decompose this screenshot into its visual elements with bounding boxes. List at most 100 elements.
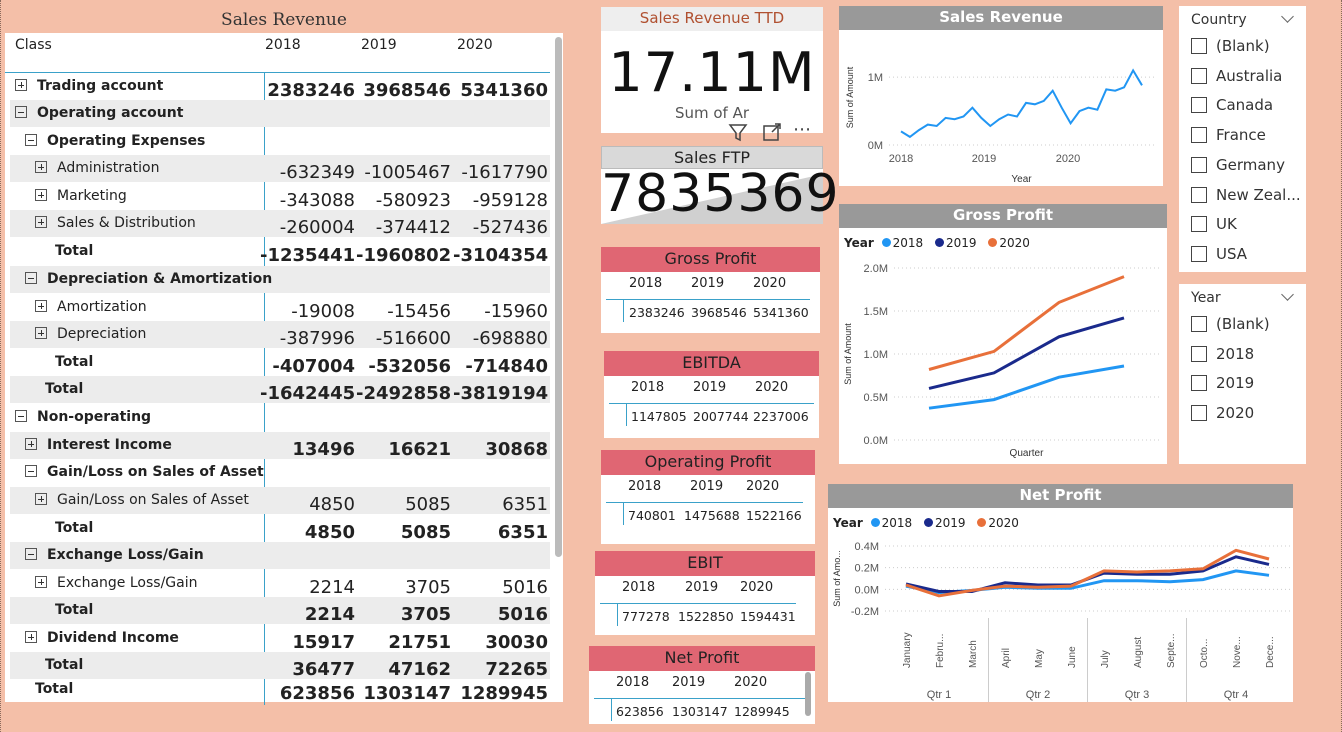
checkbox[interactable]: [1191, 97, 1207, 114]
cell-value[interactable]: 30030: [453, 632, 548, 653]
collapse-icon[interactable]: [25, 465, 37, 477]
cell-value[interactable]: 1594431: [740, 609, 796, 624]
cell-value[interactable]: 5085: [356, 494, 451, 515]
column-header[interactable]: 2018: [622, 580, 655, 595]
cell-value[interactable]: 1303147: [672, 704, 728, 719]
cell-value[interactable]: -3819194: [453, 383, 548, 404]
cell-value[interactable]: -19008: [260, 301, 355, 322]
filter-icon[interactable]: [727, 121, 749, 148]
slicer-item[interactable]: 2019: [1191, 372, 1254, 394]
slicer-item[interactable]: Canada: [1191, 94, 1273, 116]
slicer-item[interactable]: Germany: [1191, 154, 1285, 176]
cell-value[interactable]: -260004: [260, 217, 355, 238]
cell-value[interactable]: 2237006: [753, 409, 809, 424]
chevron-down-icon[interactable]: [1281, 10, 1294, 23]
cell-value[interactable]: -15960: [453, 301, 548, 322]
collapse-icon[interactable]: [25, 134, 37, 146]
slicer-item[interactable]: UK: [1191, 213, 1237, 235]
collapse-icon[interactable]: [25, 548, 37, 560]
expand-icon[interactable]: [35, 576, 47, 588]
cell-value[interactable]: -2492858: [356, 383, 451, 404]
checkbox[interactable]: [1191, 316, 1207, 332]
cell-value[interactable]: 1147805: [631, 409, 687, 424]
slicer-item[interactable]: 2020: [1191, 402, 1254, 424]
column-header[interactable]: 2020: [740, 580, 773, 595]
sales-revenue-chart[interactable]: Sales Revenue 0M 1M Sum of Amount Year 2018 2…: [839, 6, 1163, 186]
header-2018[interactable]: 2018: [265, 37, 301, 53]
slicer-item[interactable]: (Blank): [1191, 35, 1270, 57]
matrix-row[interactable]: Marketing -343088 -580923 -959128: [10, 183, 550, 211]
cell-value[interactable]: 5016: [453, 604, 548, 625]
column-header[interactable]: 2018: [628, 479, 661, 494]
header-class[interactable]: Class: [15, 37, 52, 53]
year-slicer[interactable]: Year (Blank) 2018 2019 2020: [1179, 284, 1306, 464]
matrix-row[interactable]: Operating Expenses: [10, 128, 550, 155]
cell-value[interactable]: 13496: [260, 439, 355, 460]
expand-icon[interactable]: [25, 438, 37, 450]
expand-icon[interactable]: [35, 300, 47, 312]
matrix-row[interactable]: Non-operating: [10, 404, 550, 431]
matrix-scrollbar[interactable]: [555, 37, 562, 557]
column-header[interactable]: 2019: [690, 479, 723, 494]
cell-value[interactable]: -516600: [356, 328, 451, 349]
matrix-row[interactable]: Dividend Income 15917 21751 30030: [10, 625, 550, 653]
net-profit-table[interactable]: Net Profit 2018 623856 2019 1303147 2020 12899…: [589, 646, 815, 724]
column-header[interactable]: 2019: [685, 580, 718, 595]
cell-value[interactable]: 4850: [260, 494, 355, 515]
cell-value[interactable]: -632349: [260, 162, 355, 183]
collapse-icon[interactable]: [25, 272, 37, 284]
matrix-row[interactable]: Total -407004 -532056 -714840: [10, 349, 550, 377]
cell-value[interactable]: -1617790: [453, 162, 548, 183]
cell-value[interactable]: 2383246: [629, 305, 685, 320]
cell-value[interactable]: 3968546: [356, 80, 451, 101]
matrix-row[interactable]: Gain/Loss on Sales of Asset: [10, 459, 550, 486]
cell-value[interactable]: -1235441: [260, 245, 355, 266]
cell-value[interactable]: 2214: [260, 577, 355, 598]
cell-value[interactable]: 2007744: [693, 409, 749, 424]
checkbox[interactable]: [1191, 67, 1207, 84]
matrix-row[interactable]: Total 2214 3705 5016: [10, 597, 550, 625]
focus-mode-icon[interactable]: [761, 121, 783, 148]
country-slicer[interactable]: Country (Blank) Australia Canada France Germ…: [1179, 6, 1306, 272]
cell-value[interactable]: 6351: [453, 494, 548, 515]
column-header[interactable]: 2019: [672, 675, 705, 690]
matrix-row[interactable]: Total 623856 1303147 1289945: [10, 676, 550, 704]
checkbox[interactable]: [1191, 216, 1207, 233]
checkbox[interactable]: [1191, 156, 1207, 173]
net-profit-chart[interactable]: Net Profit Year 2018 2019 2020 -0.2M 0.0M…: [828, 484, 1293, 702]
cell-value[interactable]: 5341360: [753, 305, 809, 320]
cell-value[interactable]: 623856: [616, 704, 664, 719]
column-header[interactable]: 2019: [693, 380, 726, 395]
matrix-row[interactable]: Exchange Loss/Gain: [10, 542, 550, 569]
cell-value[interactable]: -1960802: [356, 245, 451, 266]
cell-value[interactable]: 6351: [453, 522, 548, 543]
cell-value[interactable]: 16621: [356, 439, 451, 460]
ebit-table[interactable]: EBIT 2018 777278 2019 1522850 2020 1594431: [595, 551, 815, 635]
cell-value[interactable]: -343088: [260, 190, 355, 211]
cell-value[interactable]: 30868: [453, 439, 548, 460]
cell-value[interactable]: 1475688: [684, 508, 740, 523]
checkbox[interactable]: [1191, 345, 1207, 362]
expand-icon[interactable]: [15, 79, 27, 91]
slicer-item[interactable]: (Blank): [1191, 313, 1270, 335]
expand-icon[interactable]: [35, 189, 47, 201]
cell-value[interactable]: 2214: [260, 604, 355, 625]
sales-ftp-card[interactable]: Sales FTP 7835369: [601, 146, 839, 224]
cell-value[interactable]: 4850: [260, 522, 355, 543]
column-header[interactable]: 2020: [734, 675, 767, 690]
cell-value[interactable]: 5016: [453, 577, 548, 598]
slicer-item[interactable]: France: [1191, 124, 1266, 146]
checkbox[interactable]: [1191, 245, 1207, 262]
matrix-row[interactable]: Interest Income 13496 16621 30868: [10, 432, 550, 460]
column-header[interactable]: 2020: [755, 380, 788, 395]
sales-revenue-matrix[interactable]: Sales Revenue Class 2018 2019 2020 Tradi…: [5, 7, 563, 705]
matrix-row[interactable]: Total -1235441 -1960802 -3104354: [10, 238, 550, 266]
matrix-row[interactable]: Operating account: [10, 100, 550, 127]
cell-value[interactable]: -959128: [453, 190, 548, 211]
expand-icon[interactable]: [35, 216, 47, 228]
checkbox[interactable]: [1191, 127, 1207, 144]
cell-value[interactable]: -3104354: [453, 245, 548, 266]
matrix-row[interactable]: Total 36477 47162 72265: [10, 652, 550, 680]
column-header[interactable]: 2019: [691, 276, 724, 291]
header-2020[interactable]: 2020: [457, 37, 493, 53]
